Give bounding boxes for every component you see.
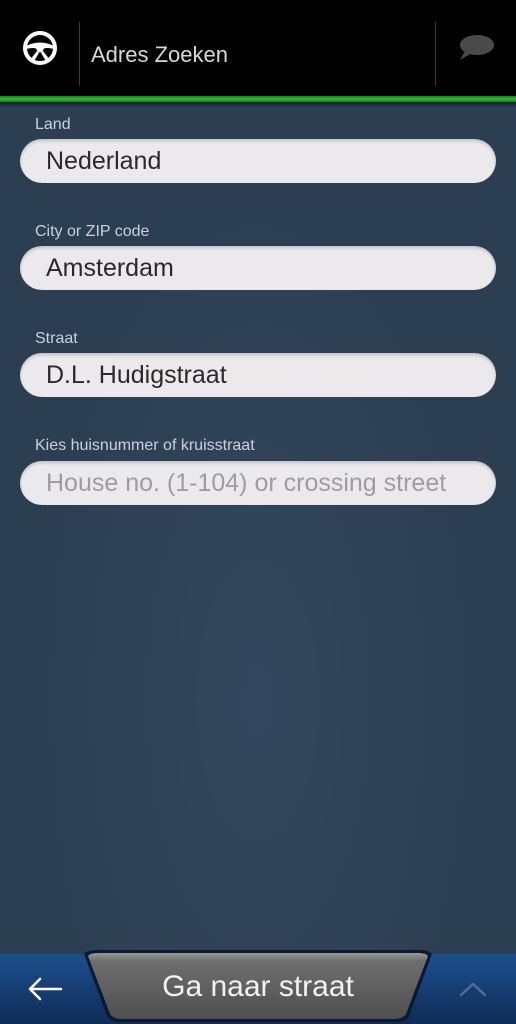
arrow-left-icon [28, 977, 63, 1001]
house-number-label: Kies huisnummer of kruisstraat [35, 437, 255, 454]
go-to-street-label: Ga naar straat [162, 970, 354, 1003]
header-divider [79, 22, 80, 86]
country-label: Land [35, 116, 71, 133]
street-field[interactable]: D.L. Hudigstraat [20, 353, 496, 397]
country-field[interactable]: Nederland [20, 139, 496, 183]
page-title: Adres Zoeken [91, 42, 228, 67]
app-header: Adres Zoeken [0, 0, 516, 96]
chevron-up-icon [459, 982, 487, 997]
header-shadow [0, 102, 516, 108]
city-field[interactable]: Amsterdam [20, 246, 496, 290]
menu-button[interactable] [0, 0, 80, 96]
messages-button[interactable] [436, 0, 516, 96]
steering-wheel-icon [23, 31, 57, 65]
back-button[interactable] [0, 954, 90, 1024]
expand-button[interactable] [430, 954, 516, 1024]
chat-bubble-icon [460, 35, 494, 60]
house-number-field[interactable]: House no. (1-104) or crossing street [20, 461, 496, 505]
go-to-street-button[interactable]: Ga naar straat [84, 950, 432, 1024]
city-label: City or ZIP code [35, 223, 150, 240]
street-label: Straat [35, 330, 78, 347]
